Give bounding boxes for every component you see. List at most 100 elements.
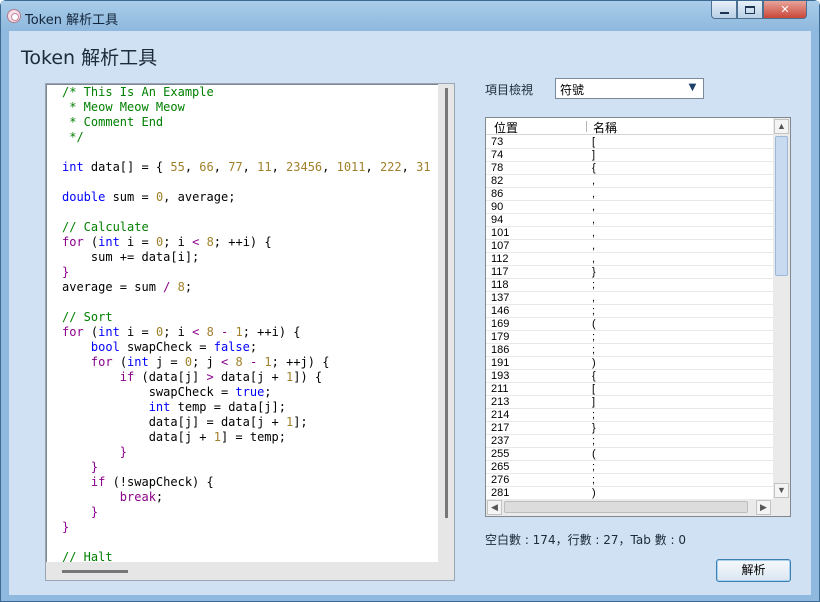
code-token: int — [98, 325, 120, 339]
list-item[interactable]: 193 { — [486, 370, 774, 383]
code-token: , average; — [163, 190, 236, 204]
code-token: /* This Is An Example — [62, 85, 214, 99]
code-vertical-scroll-thumb[interactable] — [445, 88, 448, 518]
close-button[interactable]: ✕ — [763, 1, 807, 19]
window-controls: ✕ — [711, 1, 807, 19]
code-token: */ — [62, 130, 84, 144]
code-token: 8 — [206, 325, 214, 339]
stats-text: 空白數 : 174，行數 : 27，Tab 數 : 0 — [485, 533, 686, 547]
list-item[interactable]: 213] — [486, 396, 774, 409]
code-line: * Comment End — [62, 115, 430, 130]
code-token: 0 — [184, 355, 193, 369]
list-item[interactable]: 169 ( — [486, 318, 774, 331]
list-item[interactable]: 112, — [486, 253, 774, 266]
list-item[interactable]: 276; — [486, 474, 774, 487]
code-token: sum += data[i]; — [62, 250, 200, 264]
token-list[interactable]: 位置 名稱 73[74] 78{82, 86, 90, 94, 101, 107, 112, 1… — [485, 117, 791, 517]
token-list-horizontal-scrollbar[interactable]: ◀ ▶ — [486, 499, 790, 516]
code-token: 1011 — [336, 160, 366, 174]
code-line: average = sum / 8; — [62, 280, 430, 295]
scroll-up-button[interactable]: ▲ — [774, 119, 789, 134]
list-item[interactable]: 90, — [486, 201, 774, 214]
list-item[interactable]: 101, — [486, 227, 774, 240]
page-title: Token 解析工具 — [21, 47, 158, 69]
list-item[interactable]: 118; — [486, 279, 774, 292]
list-item[interactable]: 211 [ — [486, 383, 774, 396]
list-item[interactable]: 78 { — [486, 162, 774, 175]
column-header-position[interactable]: 位置 — [494, 119, 518, 136]
token-position: 186 — [491, 344, 510, 356]
token-list-horizontal-scroll-thumb[interactable] — [504, 501, 748, 513]
token-position: 107 — [491, 240, 510, 252]
token-name: ; — [592, 409, 596, 421]
token-name: ; — [592, 305, 596, 317]
code-editor[interactable]: /* This Is An Example * Meow Meow Meow *… — [45, 83, 455, 581]
list-item[interactable]: 186; — [486, 344, 774, 357]
list-item[interactable]: 179; — [486, 331, 774, 344]
maximize-button[interactable] — [737, 1, 763, 19]
list-item[interactable]: 255 ( — [486, 448, 774, 461]
token-name: [ — [592, 383, 596, 395]
code-horizontal-scroll-thumb[interactable] — [62, 570, 128, 573]
code-token: for — [62, 235, 84, 249]
token-position: 90 — [491, 201, 504, 213]
token-name: ( — [592, 318, 596, 330]
list-item[interactable]: 86, — [486, 188, 774, 201]
code-line: */ — [62, 130, 430, 145]
list-item[interactable]: 237; — [486, 435, 774, 448]
list-item[interactable]: 73 [ — [486, 136, 774, 149]
code-vertical-scrollbar[interactable] — [438, 84, 454, 562]
list-item[interactable]: 94, — [486, 214, 774, 227]
list-item[interactable]: 146; — [486, 305, 774, 318]
code-token: * Comment End — [62, 115, 164, 129]
code-content[interactable]: /* This Is An Example * Meow Meow Meow *… — [62, 85, 430, 563]
maximize-icon — [745, 5, 755, 14]
list-item[interactable]: 74] — [486, 149, 774, 162]
scroll-down-button[interactable]: ▼ — [774, 483, 789, 498]
title-bar[interactable]: Token 解析工具 ✕ — [1, 1, 819, 31]
list-item[interactable]: 82, — [486, 175, 774, 188]
list-item[interactable]: 107, — [486, 240, 774, 253]
minimize-icon — [719, 11, 729, 14]
scroll-right-button[interactable]: ▶ — [756, 500, 771, 515]
list-item[interactable]: 137, — [486, 292, 774, 305]
list-item[interactable]: 117} — [486, 266, 774, 279]
list-item[interactable]: 214; — [486, 409, 774, 422]
code-line: swapCheck = true; — [62, 385, 430, 400]
list-item[interactable]: 191) — [486, 357, 774, 370]
code-token: data[j + — [62, 430, 214, 444]
code-token: temp = data[j]; — [170, 400, 286, 414]
chevron-down-icon: ▼ — [688, 82, 697, 93]
parse-button[interactable]: 解析 — [716, 559, 791, 582]
code-token: true — [235, 385, 265, 399]
code-token: ( — [112, 355, 128, 369]
code-token: 23456 — [286, 160, 323, 174]
code-token: break — [119, 490, 156, 504]
column-divider[interactable] — [586, 121, 587, 132]
code-token: ]; — [293, 415, 308, 429]
code-token: for — [62, 325, 84, 339]
column-header-name[interactable]: 名稱 — [593, 119, 617, 136]
code-line: * Meow Meow Meow — [62, 100, 430, 115]
list-item[interactable]: 265; — [486, 461, 774, 474]
token-list-vertical-scrollbar[interactable]: ▲ ▼ — [773, 118, 790, 499]
code-token: } — [90, 505, 99, 519]
minimize-button[interactable] — [711, 1, 737, 19]
code-token: i = — [119, 235, 156, 249]
token-position: 78 — [491, 162, 504, 174]
list-item[interactable]: 217} — [486, 422, 774, 435]
token-position: 214 — [491, 409, 510, 421]
code-horizontal-scrollbar[interactable] — [46, 562, 454, 580]
view-select[interactable]: 符號 ▼ — [555, 78, 704, 99]
token-list-vertical-scroll-thumb[interactable] — [775, 136, 788, 276]
token-position: 112 — [491, 253, 509, 265]
token-name: } — [592, 422, 596, 434]
code-token: ; — [184, 280, 193, 294]
token-position: 237 — [491, 435, 510, 447]
list-item[interactable]: 281) — [486, 487, 774, 499]
scroll-left-button[interactable]: ◀ — [487, 500, 502, 515]
